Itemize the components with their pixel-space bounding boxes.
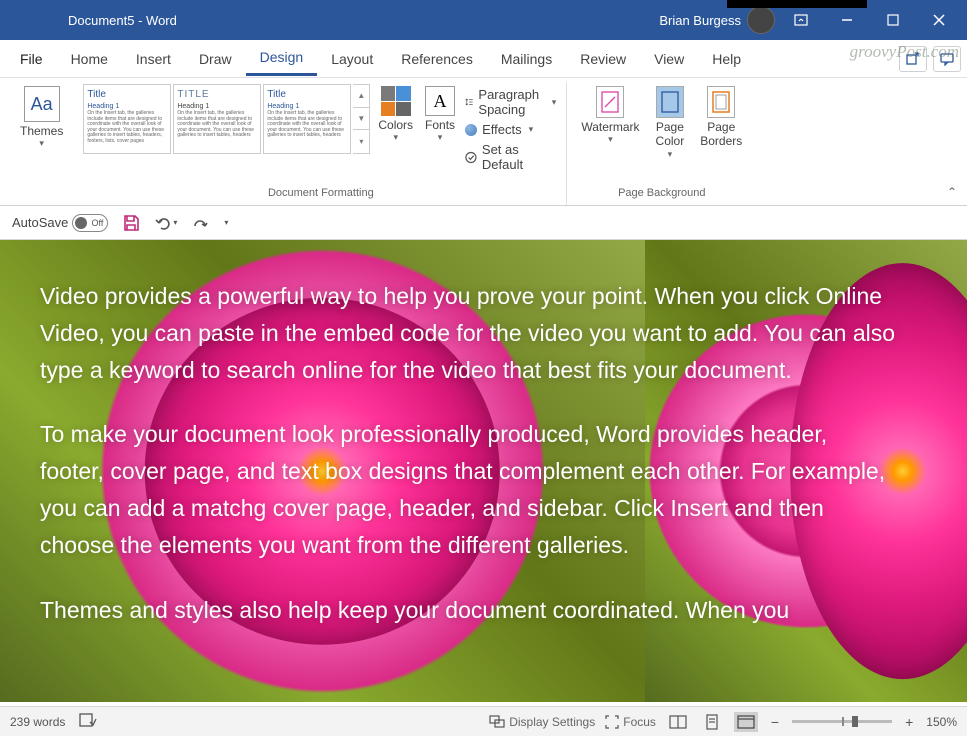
group-label: Page Background: [575, 185, 748, 203]
effects-icon: [465, 124, 477, 136]
user-name[interactable]: Brian Burgess: [659, 13, 741, 28]
set-default-button[interactable]: Set as Default: [463, 141, 558, 173]
chevron-down-icon: ▾: [438, 132, 443, 143]
chevron-down-icon: ▾: [173, 218, 177, 227]
tab-insert[interactable]: Insert: [122, 43, 185, 75]
avatar[interactable]: [747, 6, 775, 34]
zoom-out-button[interactable]: −: [768, 714, 782, 730]
fonts-icon: A: [425, 86, 455, 116]
tab-view[interactable]: View: [640, 43, 698, 75]
decorative-bar: [727, 0, 867, 8]
chevron-down-icon: ▾: [552, 97, 557, 108]
zoom-in-button[interactable]: +: [902, 714, 916, 730]
tab-review[interactable]: Review: [566, 43, 640, 75]
tab-references[interactable]: References: [387, 43, 487, 75]
page-borders-button[interactable]: Page Borders: [694, 84, 748, 151]
fonts-button[interactable]: A Fonts ▾: [421, 84, 459, 145]
group-label: Document Formatting: [83, 185, 558, 203]
gallery-more-icon[interactable]: ▾: [353, 130, 369, 153]
chevron-down-icon: ▾: [529, 124, 534, 135]
toggle-off-icon: Off: [72, 214, 108, 232]
collapse-ribbon-icon[interactable]: ⌃: [947, 185, 957, 199]
colors-button[interactable]: Colors ▾: [374, 84, 417, 145]
print-layout-icon[interactable]: [700, 712, 724, 732]
word-count[interactable]: 239 words: [10, 715, 65, 729]
style-thumbnail[interactable]: TITLE Heading 1 On the Insert tab, the g…: [173, 84, 261, 154]
paragraph: To make your document look professionall…: [40, 416, 897, 563]
tab-help[interactable]: Help: [698, 43, 755, 75]
effects-button[interactable]: Effects▾: [463, 121, 558, 138]
qat-customize-icon[interactable]: ▾: [223, 218, 228, 227]
colors-icon: [381, 86, 411, 116]
document-area[interactable]: Video provides a powerful way to help yo…: [0, 240, 967, 702]
chevron-down-icon: ▾: [393, 132, 398, 143]
maximize-icon[interactable]: [873, 5, 913, 35]
save-button[interactable]: [122, 214, 140, 232]
document-body[interactable]: Video provides a powerful way to help yo…: [40, 278, 897, 656]
focus-button[interactable]: Focus: [605, 712, 656, 732]
statusbar: 239 words Display Settings Focus − + 150…: [0, 706, 967, 736]
tab-home[interactable]: Home: [57, 43, 122, 75]
paragraph: Video provides a powerful way to help yo…: [40, 278, 897, 388]
page-color-button[interactable]: Page Color ▾: [650, 84, 691, 162]
redo-button[interactable]: [191, 214, 209, 232]
watermark-button[interactable]: Watermark ▾: [575, 84, 645, 147]
style-thumbnail[interactable]: Title Heading 1 On the Insert tab, the g…: [263, 84, 351, 154]
gallery-up-icon[interactable]: ▲: [353, 85, 369, 108]
autosave-toggle[interactable]: AutoSave Off: [12, 214, 108, 232]
read-mode-icon[interactable]: [666, 712, 690, 732]
themes-icon: Aa: [24, 86, 60, 122]
tab-file[interactable]: File: [6, 43, 57, 75]
tab-layout[interactable]: Layout: [317, 43, 387, 75]
watermark-icon: [596, 86, 624, 118]
paragraph-spacing-button[interactable]: Paragraph Spacing▾: [463, 86, 558, 118]
page-color-icon: [656, 86, 684, 118]
menubar: File Home Insert Draw Design Layout Refe…: [0, 40, 967, 78]
themes-button[interactable]: Aa Themes ▾: [16, 84, 67, 151]
display-settings-button[interactable]: Display Settings: [489, 712, 595, 732]
zoom-slider[interactable]: [792, 720, 892, 723]
gallery-down-icon[interactable]: ▼: [353, 108, 369, 131]
spellcheck-icon[interactable]: [79, 712, 97, 731]
quick-access-toolbar: AutoSave Off ▾ ▾: [0, 206, 967, 240]
tab-design[interactable]: Design: [246, 41, 318, 76]
tab-draw[interactable]: Draw: [185, 43, 246, 75]
web-layout-icon[interactable]: [734, 712, 758, 732]
share-button[interactable]: [899, 46, 927, 72]
undo-button[interactable]: ▾: [154, 214, 177, 232]
paragraph: Themes and styles also help keep your do…: [40, 592, 897, 629]
ribbon-display-icon[interactable]: [781, 5, 821, 35]
chevron-down-icon: ▾: [668, 149, 673, 160]
gallery-scroller: ▲ ▼ ▾: [353, 84, 370, 154]
comments-button[interactable]: [933, 46, 961, 72]
chevron-down-icon: ▾: [608, 134, 613, 145]
zoom-level[interactable]: 150%: [926, 715, 957, 729]
style-thumbnail[interactable]: Title Heading 1 On the Insert tab, the g…: [83, 84, 171, 154]
style-gallery: Title Heading 1 On the Insert tab, the g…: [83, 84, 370, 158]
tab-mailings[interactable]: Mailings: [487, 43, 566, 75]
minimize-icon[interactable]: [827, 5, 867, 35]
chevron-down-icon: ▾: [39, 138, 44, 149]
page-borders-icon: [707, 86, 735, 118]
document-title: Document5 - Word: [68, 13, 177, 28]
close-icon[interactable]: [919, 5, 959, 35]
ribbon: Aa Themes ▾ Title Heading 1 On the Inser…: [0, 78, 967, 206]
